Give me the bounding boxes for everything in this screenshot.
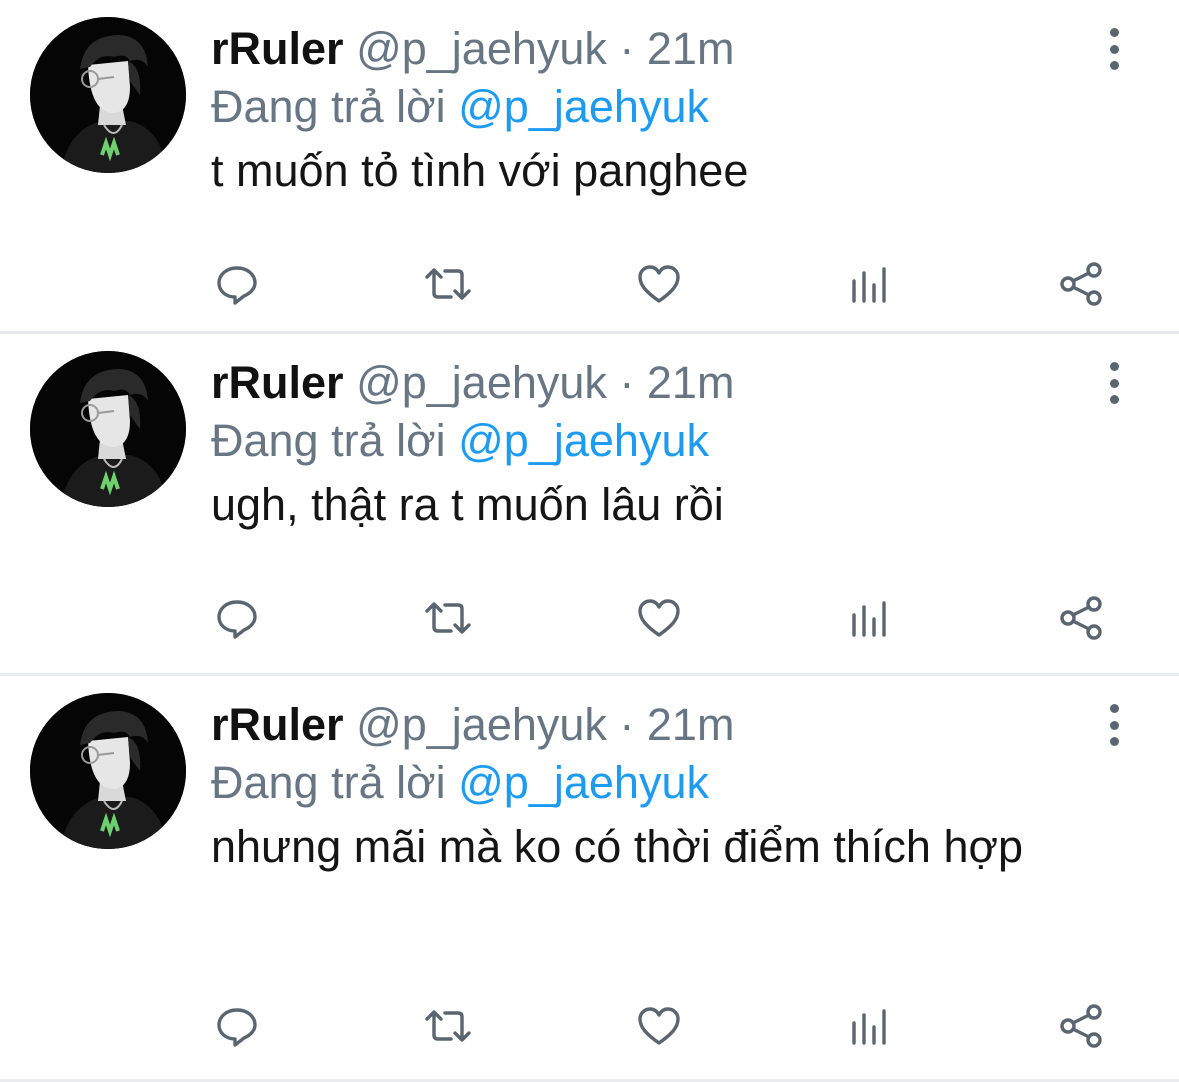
reply-context: Đang trả lời @p_jaehyuk: [211, 76, 1099, 138]
display-name[interactable]: rRuler: [211, 23, 344, 74]
reply-context: Đang trả lời @p_jaehyuk: [211, 410, 1099, 472]
handle[interactable]: @p_jaehyuk: [356, 699, 607, 750]
avatar[interactable]: [30, 351, 186, 507]
tweet-header: rRuler @p_jaehyuk · 21m: [211, 22, 1099, 76]
more-options-icon[interactable]: [1099, 704, 1129, 746]
bar-chart-icon: [852, 601, 886, 637]
reply-mention[interactable]: @p_jaehyuk: [458, 415, 709, 466]
tweet[interactable]: rRuler @p_jaehyuk · 21m Đang trả lời @p_…: [0, 334, 1179, 676]
reply-context: Đang trả lời @p_jaehyuk: [211, 752, 1099, 814]
display-name[interactable]: rRuler: [211, 357, 344, 408]
like-button[interactable]: [634, 1001, 684, 1051]
reply-prefix: Đang trả lời: [211, 757, 446, 808]
share-icon: [1060, 1004, 1102, 1048]
tweet-body: rRuler @p_jaehyuk · 21m Đang trả lời @p_…: [211, 356, 1099, 536]
speech-bubble-icon: [217, 1008, 257, 1047]
avatar[interactable]: [30, 693, 186, 849]
heart-icon: [638, 1007, 680, 1045]
tweet-body: rRuler @p_jaehyuk · 21m Đang trả lời @p_…: [211, 698, 1099, 878]
speech-bubble-icon: [217, 266, 257, 305]
tweet[interactable]: rRuler @p_jaehyuk · 21m Đang trả lời @p_…: [0, 0, 1179, 334]
retweet-icon: [425, 602, 471, 634]
speech-bubble-icon: [217, 600, 257, 639]
retweet-icon: [425, 268, 471, 300]
stats-button[interactable]: [845, 1001, 895, 1051]
share-icon: [1060, 596, 1102, 640]
handle[interactable]: @p_jaehyuk: [356, 357, 607, 408]
stats-button[interactable]: [845, 593, 895, 643]
reply-mention[interactable]: @p_jaehyuk: [458, 757, 709, 808]
reply-button[interactable]: [212, 593, 262, 643]
tweet-text: ugh, thật ra t muốn lâu rồi: [211, 479, 724, 530]
share-button[interactable]: [1056, 593, 1106, 643]
action-bar: [0, 259, 1179, 309]
tweet-text: t muốn tỏ tình với panghee: [211, 145, 749, 196]
tweet-text: nhưng mãi mà ko có thời điểm thích hợp: [211, 821, 1024, 872]
tweet-header: rRuler @p_jaehyuk · 21m: [211, 356, 1099, 410]
more-options-icon[interactable]: [1099, 362, 1129, 404]
like-button[interactable]: [634, 259, 684, 309]
retweet-button[interactable]: [423, 593, 473, 643]
retweet-icon: [425, 1010, 471, 1042]
timestamp: · 21m: [619, 357, 735, 408]
share-button[interactable]: [1056, 259, 1106, 309]
like-button[interactable]: [634, 593, 684, 643]
share-button[interactable]: [1056, 1001, 1106, 1051]
bar-chart-icon: [852, 267, 886, 303]
share-icon: [1060, 262, 1102, 306]
timestamp: · 21m: [619, 699, 735, 750]
display-name[interactable]: rRuler: [211, 699, 344, 750]
more-options-icon[interactable]: [1099, 28, 1129, 70]
reply-button[interactable]: [212, 259, 262, 309]
action-bar: [0, 1001, 1179, 1051]
reply-prefix: Đang trả lời: [211, 415, 446, 466]
stats-button[interactable]: [845, 259, 895, 309]
avatar[interactable]: [30, 17, 186, 173]
reply-prefix: Đang trả lời: [211, 81, 446, 132]
timestamp: · 21m: [619, 23, 735, 74]
retweet-button[interactable]: [423, 259, 473, 309]
tweet-body: rRuler @p_jaehyuk · 21m Đang trả lời @p_…: [211, 22, 1099, 202]
tweet[interactable]: rRuler @p_jaehyuk · 21m Đang trả lời @p_…: [0, 676, 1179, 1082]
tweet-header: rRuler @p_jaehyuk · 21m: [211, 698, 1099, 752]
reply-button[interactable]: [212, 1001, 262, 1051]
action-bar: [0, 593, 1179, 643]
handle[interactable]: @p_jaehyuk: [356, 23, 607, 74]
reply-mention[interactable]: @p_jaehyuk: [458, 81, 709, 132]
retweet-button[interactable]: [423, 1001, 473, 1051]
heart-icon: [638, 265, 680, 303]
heart-icon: [638, 599, 680, 637]
bar-chart-icon: [852, 1009, 886, 1045]
